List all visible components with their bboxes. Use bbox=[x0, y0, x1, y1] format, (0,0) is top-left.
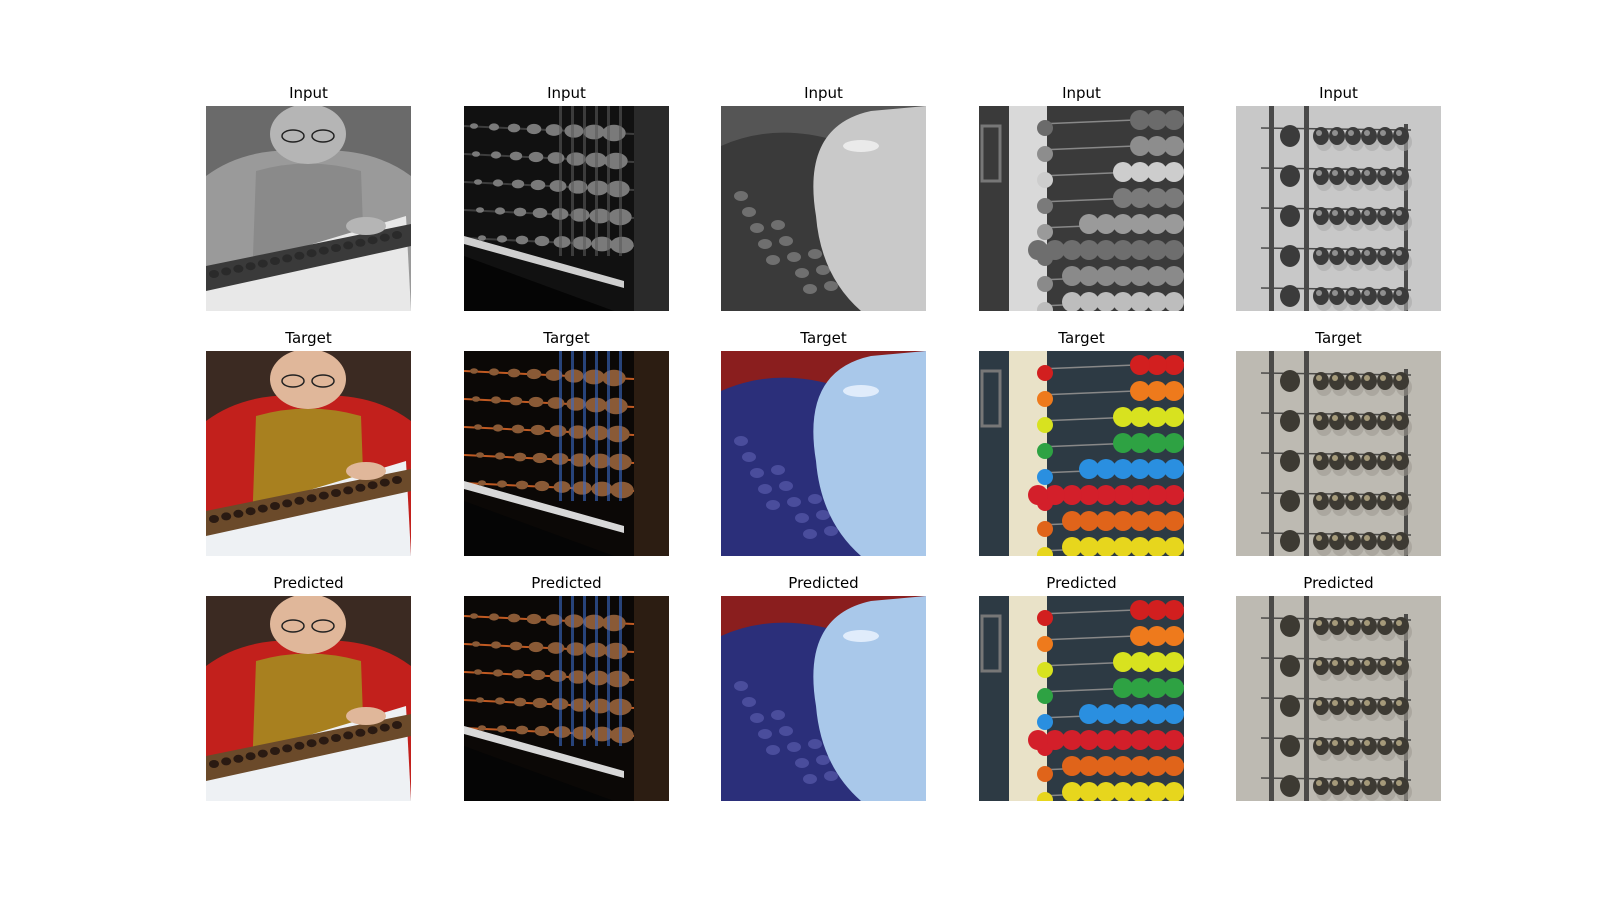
glossy-abacus-bead-closeup-picture bbox=[721, 596, 926, 801]
predicted-title: Predicted bbox=[531, 574, 602, 592]
target-title: Target bbox=[1058, 329, 1105, 347]
input-image-glossy-abacus-bead-closeup bbox=[721, 106, 926, 311]
woman-using-abacus-picture bbox=[206, 351, 411, 556]
predicted-image-grey-bead-abacus-on-wall bbox=[1236, 596, 1441, 801]
input-title: Input bbox=[804, 84, 843, 102]
predicted-image-woman-using-abacus bbox=[206, 596, 411, 801]
input-title: Input bbox=[547, 84, 586, 102]
target-image-glossy-abacus-bead-closeup bbox=[721, 351, 926, 556]
input-image-abacus-closeup-dark bbox=[464, 106, 669, 311]
input-image-grey-bead-abacus-on-wall bbox=[1236, 106, 1441, 311]
abacus-closeup-dark-picture bbox=[464, 351, 669, 556]
predicted-title: Predicted bbox=[1046, 574, 1117, 592]
colorful-bead-abacus-picture bbox=[979, 106, 1184, 311]
grey-bead-abacus-on-wall-picture bbox=[1236, 596, 1441, 801]
figure: Input Target Predicted Input Target Predicted… bbox=[0, 0, 1600, 900]
target-image-grey-bead-abacus-on-wall bbox=[1236, 351, 1441, 556]
colorful-bead-abacus-picture bbox=[979, 351, 1184, 556]
woman-using-abacus-picture bbox=[206, 106, 411, 311]
predicted-title: Predicted bbox=[1303, 574, 1374, 592]
predicted-image-colorful-bead-abacus bbox=[979, 596, 1184, 801]
glossy-abacus-bead-closeup-picture bbox=[721, 106, 926, 311]
grey-bead-abacus-on-wall-picture bbox=[1236, 351, 1441, 556]
predicted-image-glossy-abacus-bead-closeup bbox=[721, 596, 926, 801]
abacus-closeup-dark-picture bbox=[464, 596, 669, 801]
woman-using-abacus-picture bbox=[206, 596, 411, 801]
predicted-image-abacus-closeup-dark bbox=[464, 596, 669, 801]
target-title: Target bbox=[1315, 329, 1362, 347]
input-title: Input bbox=[289, 84, 328, 102]
target-image-colorful-bead-abacus bbox=[979, 351, 1184, 556]
abacus-closeup-dark-picture bbox=[464, 106, 669, 311]
input-title: Input bbox=[1062, 84, 1101, 102]
colorful-bead-abacus-picture bbox=[979, 596, 1184, 801]
target-title: Target bbox=[800, 329, 847, 347]
input-image-woman-using-abacus bbox=[206, 106, 411, 311]
target-title: Target bbox=[285, 329, 332, 347]
predicted-title: Predicted bbox=[788, 574, 859, 592]
glossy-abacus-bead-closeup-picture bbox=[721, 351, 926, 556]
target-title: Target bbox=[543, 329, 590, 347]
grey-bead-abacus-on-wall-picture bbox=[1236, 106, 1441, 311]
input-title: Input bbox=[1319, 84, 1358, 102]
predicted-title: Predicted bbox=[273, 574, 344, 592]
input-image-colorful-bead-abacus bbox=[979, 106, 1184, 311]
target-image-woman-using-abacus bbox=[206, 351, 411, 556]
target-image-abacus-closeup-dark bbox=[464, 351, 669, 556]
